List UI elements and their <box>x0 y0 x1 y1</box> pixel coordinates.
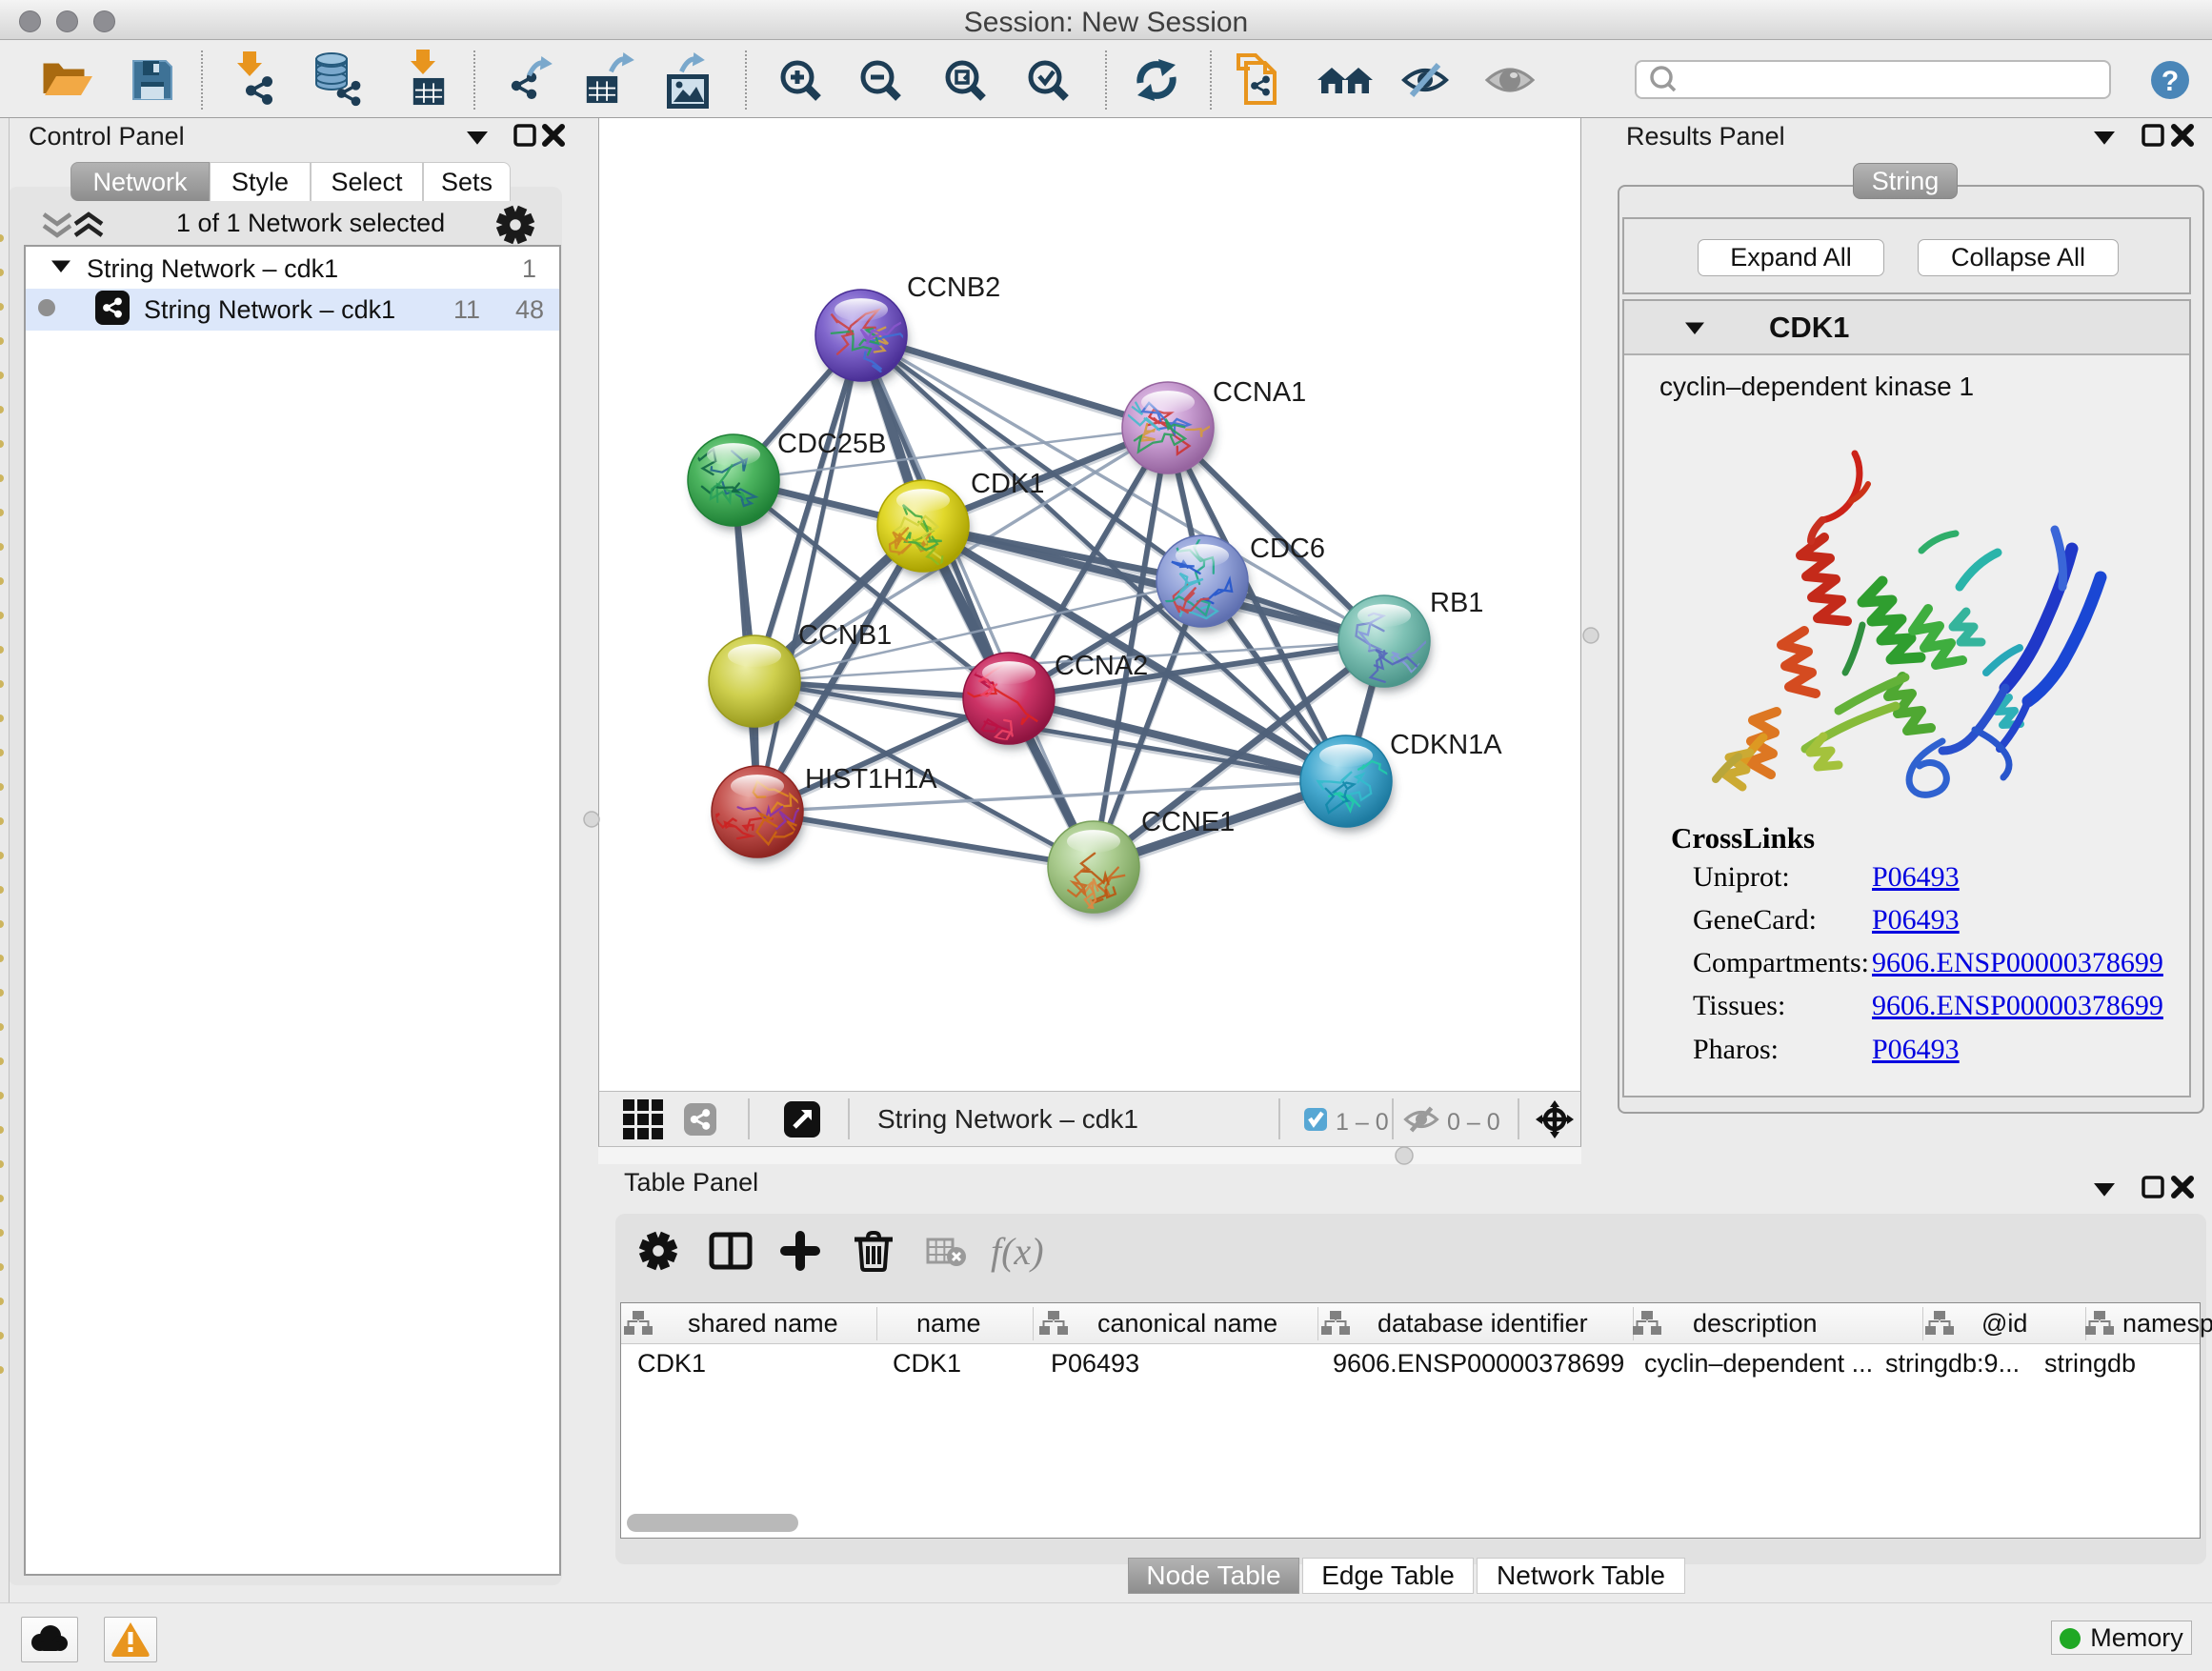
svg-text:HIST1H1A: HIST1H1A <box>805 764 937 795</box>
svg-text:CCNA1: CCNA1 <box>1213 377 1306 408</box>
svg-text:CCNB1: CCNB1 <box>798 620 892 651</box>
svg-text:CDKN1A: CDKN1A <box>1390 730 1502 760</box>
svg-text:RB1: RB1 <box>1430 588 1483 618</box>
svg-text:CDK1: CDK1 <box>971 469 1044 499</box>
svg-text:CDC6: CDC6 <box>1250 534 1325 564</box>
svg-text:CCNE1: CCNE1 <box>1141 807 1235 837</box>
svg-text:CDC25B: CDC25B <box>777 429 886 459</box>
svg-text:CCNB2: CCNB2 <box>907 272 1000 303</box>
svg-text:CCNA2: CCNA2 <box>1055 651 1148 681</box>
